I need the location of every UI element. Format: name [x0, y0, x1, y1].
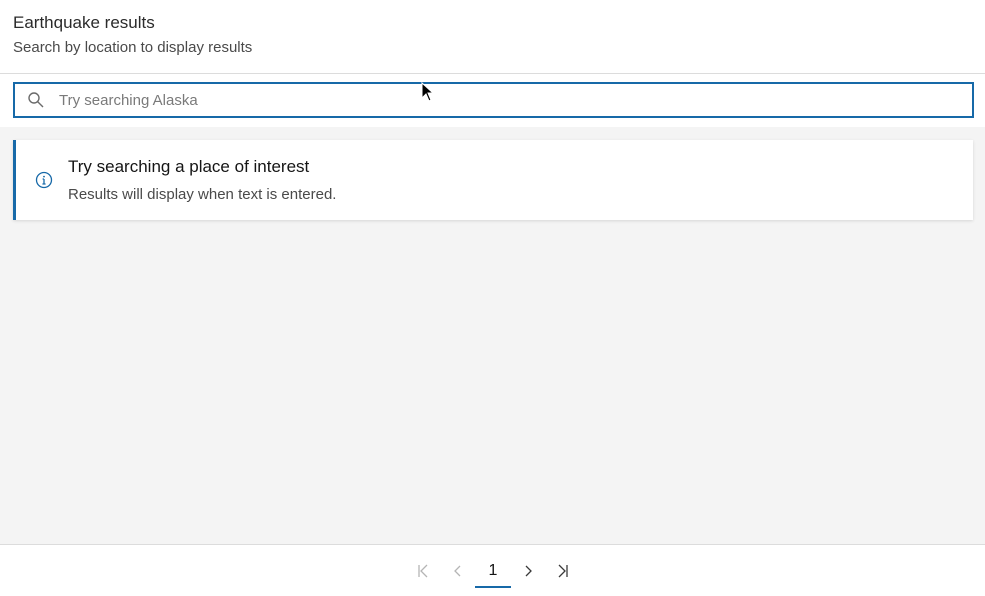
- panel-subtitle: Search by location to display results: [13, 39, 253, 56]
- chevron-first-icon[interactable]: [413, 561, 433, 581]
- results-area: Try searching a place of interest Result…: [0, 127, 985, 544]
- info-notice: Try searching a place of interest Result…: [13, 140, 973, 220]
- panel-title: Earthquake results: [13, 13, 155, 32]
- search-bar: [0, 74, 985, 127]
- notice-message: Results will display when text is entere…: [68, 186, 337, 203]
- search-field[interactable]: [13, 82, 974, 118]
- chevron-right-icon[interactable]: [519, 561, 539, 581]
- panel-header: Earthquake results Search by location to…: [0, 0, 985, 74]
- info-icon: [35, 171, 53, 189]
- search-icon: [28, 92, 44, 108]
- chevron-left-icon[interactable]: [447, 561, 467, 581]
- notice-title: Try searching a place of interest: [68, 157, 310, 176]
- page-button-current[interactable]: 1: [475, 558, 511, 588]
- search-input[interactable]: [59, 84, 959, 116]
- chevron-last-icon[interactable]: [553, 561, 573, 581]
- pagination: 1: [0, 544, 985, 596]
